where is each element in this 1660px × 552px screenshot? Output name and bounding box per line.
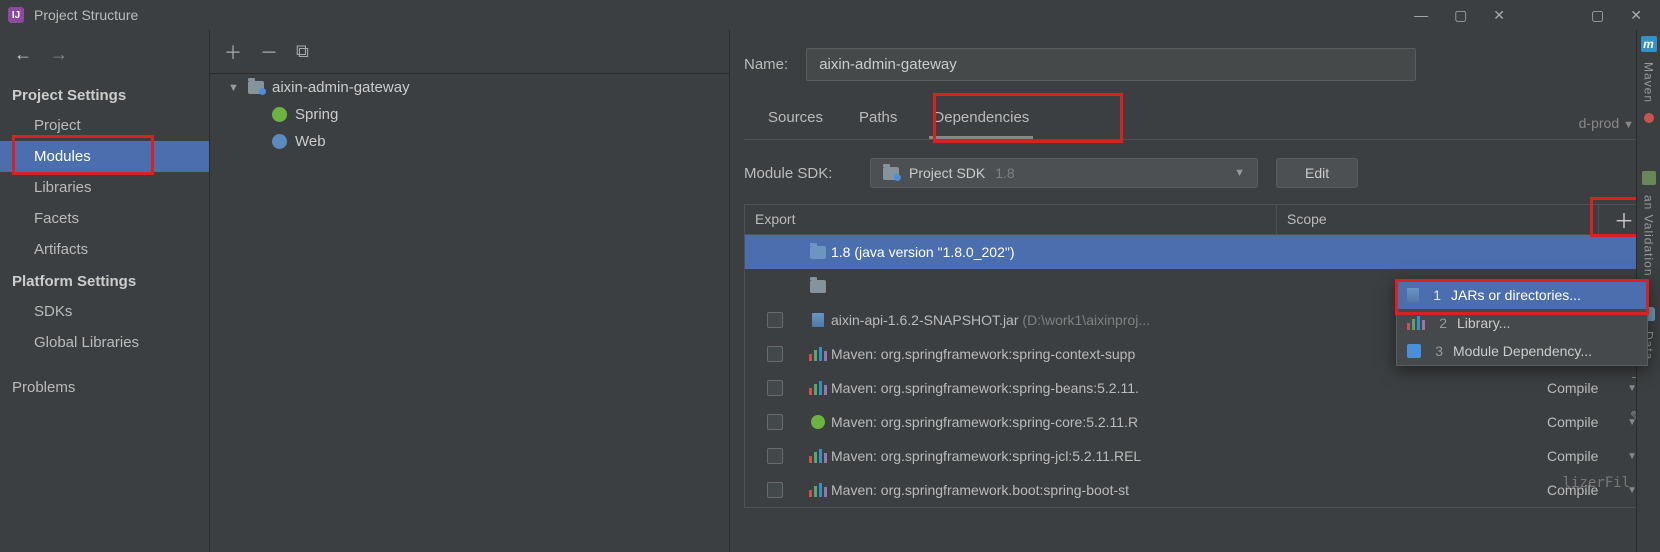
dependency-row[interactable]: Maven: org.springframework:spring-core:5… — [745, 405, 1649, 439]
sdk-version: 1.8 — [995, 165, 1014, 181]
dependency-name: Maven: org.springframework.boot:spring-b… — [831, 482, 1547, 498]
dependency-row[interactable]: 1.8 (java version "1.8.0_202") — [745, 235, 1649, 269]
background-env-dropdown[interactable]: d-prod▼ — [1579, 115, 1634, 131]
settings-nav-panel: ← → Project Settings Project Modules Lib… — [0, 30, 210, 552]
chevron-down-icon: ▼ — [1623, 119, 1634, 131]
tree-child-spring[interactable]: Spring — [210, 101, 729, 128]
dependency-row[interactable]: Maven: org.springframework.boot:spring-b… — [745, 473, 1649, 507]
module-folder-icon — [248, 81, 264, 94]
export-checkbox[interactable] — [767, 414, 783, 430]
add-dependency-menu: 1 JARs or directories...2 Library... 3 Modul… — [1396, 280, 1648, 366]
sdk-folder-icon — [883, 167, 899, 180]
edit-sdk-button[interactable]: Edit — [1276, 158, 1358, 188]
tree-root-label: aixin-admin-gateway — [272, 79, 410, 96]
nav-item-global-libraries[interactable]: Global Libraries — [0, 327, 209, 358]
nav-back-button[interactable]: ← — [14, 44, 32, 65]
scope-cell[interactable]: Compile▼ — [1547, 448, 1649, 464]
window-title: Project Structure — [34, 7, 138, 23]
export-checkbox[interactable] — [767, 482, 783, 498]
chevron-down-icon: ▼ — [1234, 167, 1245, 179]
menu-item-label: Library... — [1457, 315, 1510, 331]
sdk-folder-icon — [810, 246, 826, 259]
copy-module-button[interactable]: ⧉ — [296, 41, 309, 62]
maximize-button[interactable]: ▢ — [1454, 7, 1467, 24]
add-module-button[interactable]: ＋ — [224, 39, 242, 65]
tree-toolbar: ＋ － ⧉ — [210, 30, 729, 74]
module-name-input[interactable] — [806, 48, 1416, 81]
module-source-folder-icon — [810, 280, 826, 293]
menu-item-label: JARs or directories... — [1451, 287, 1581, 303]
tree-child-web[interactable]: Web — [210, 128, 729, 155]
outer-close-button[interactable]: ✕ — [1630, 7, 1642, 24]
background-editor-text: lizerFil — [1563, 475, 1630, 491]
dependency-name: Maven: org.springframework:spring-jcl:5.… — [831, 448, 1547, 464]
library-bars-icon — [1407, 316, 1425, 330]
col-scope-header[interactable]: Scope — [1277, 205, 1599, 234]
minimize-button[interactable]: — — [1414, 7, 1428, 24]
tab-paths[interactable]: Paths — [855, 101, 901, 139]
title-bar: IJ Project Structure — ▢ ✕ ▢ ✕ — [0, 0, 1660, 30]
export-checkbox[interactable] — [767, 448, 783, 464]
tab-sources[interactable]: Sources — [764, 101, 827, 139]
dependency-row[interactable]: Maven: org.springframework:spring-beans:… — [745, 371, 1649, 405]
module-sdk-label: Module SDK: — [744, 165, 852, 182]
nav-item-project[interactable]: Project — [0, 110, 209, 141]
nav-heading-platform-settings: Platform Settings — [0, 265, 209, 296]
name-label: Name: — [744, 56, 788, 73]
nav-item-modules[interactable]: Modules — [0, 141, 209, 172]
module-sdk-dropdown[interactable]: Project SDK 1.8 ▼ — [870, 158, 1258, 188]
nav-forward-button[interactable]: → — [50, 44, 68, 65]
dependency-name: Maven: org.springframework:spring-core:5… — [831, 414, 1547, 430]
remove-module-button[interactable]: － — [260, 39, 278, 65]
spring-icon — [272, 107, 287, 122]
dependency-name: 1.8 (java version "1.8.0_202") — [831, 244, 1547, 260]
export-checkbox[interactable] — [767, 380, 783, 396]
jar-icon — [1407, 288, 1419, 302]
export-checkbox[interactable] — [767, 312, 783, 328]
col-export-header[interactable]: Export — [745, 205, 1277, 234]
sdk-prefix: Project SDK — [909, 165, 985, 181]
error-indicator-icon — [1644, 113, 1654, 123]
maven-tool-icon[interactable]: m — [1641, 36, 1657, 52]
menu-shortcut-number: 1 — [1429, 287, 1441, 303]
nav-item-artifacts[interactable]: Artifacts — [0, 234, 209, 265]
chevron-down-icon: ▼ — [228, 82, 240, 94]
nav-item-facets[interactable]: Facets — [0, 203, 209, 234]
dependency-row[interactable]: Maven: org.springframework:spring-jcl:5.… — [745, 439, 1649, 473]
menu-shortcut-number: 2 — [1435, 315, 1447, 331]
export-checkbox[interactable] — [767, 346, 783, 362]
bean-validation-tool-icon[interactable] — [1642, 171, 1656, 185]
library-bars-icon — [809, 449, 827, 463]
web-icon — [272, 134, 287, 149]
module-detail-panel: Name: Sources Paths Dependencies Module … — [730, 30, 1660, 552]
module-icon — [1407, 344, 1421, 358]
add-menu-item[interactable]: 1 JARs or directories... — [1397, 281, 1647, 309]
library-bars-icon — [809, 483, 827, 497]
library-bars-icon — [809, 381, 827, 395]
jar-icon — [812, 313, 824, 327]
module-tree-panel: ＋ － ⧉ ▼ aixin-admin-gateway Spring Web — [210, 30, 730, 552]
close-window-button[interactable]: ✕ — [1493, 7, 1505, 24]
dependency-name: Maven: org.springframework:spring-beans:… — [831, 380, 1547, 396]
nav-item-problems[interactable]: Problems — [0, 372, 209, 403]
nav-item-libraries[interactable]: Libraries — [0, 172, 209, 203]
window-controls: — ▢ ✕ ▢ ✕ — [1414, 7, 1652, 24]
spring-icon — [811, 415, 825, 429]
intellij-logo-icon: IJ — [8, 7, 24, 23]
maven-tool-label[interactable]: Maven — [1642, 62, 1656, 103]
menu-item-label: Module Dependency... — [1453, 343, 1592, 359]
tree-root-module[interactable]: ▼ aixin-admin-gateway — [210, 74, 729, 101]
tree-child-label: Spring — [295, 106, 338, 123]
menu-shortcut-number: 3 — [1431, 343, 1443, 359]
add-menu-item[interactable]: 2 Library... — [1397, 309, 1647, 337]
add-menu-item[interactable]: 3 Module Dependency... — [1397, 337, 1647, 365]
nav-item-sdks[interactable]: SDKs — [0, 296, 209, 327]
tab-dependencies[interactable]: Dependencies — [929, 101, 1033, 139]
library-bars-icon — [809, 347, 827, 361]
tree-child-label: Web — [295, 133, 326, 150]
nav-heading-project-settings: Project Settings — [0, 79, 209, 110]
outer-maximize-button[interactable]: ▢ — [1591, 7, 1604, 24]
bean-validation-label[interactable]: an Validation — [1642, 195, 1656, 277]
module-tabs: Sources Paths Dependencies — [744, 101, 1660, 140]
